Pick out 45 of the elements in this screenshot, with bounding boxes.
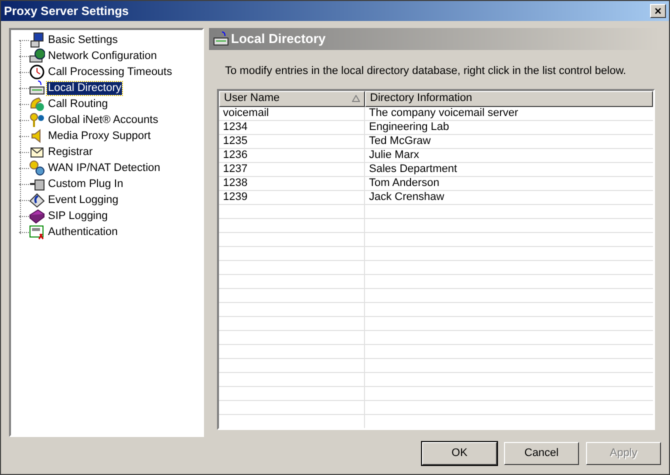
tree-item[interactable]: Media Proxy Support <box>47 130 152 142</box>
table-cell-text: Sales Department <box>368 162 458 176</box>
instructions-text: To modify entries in the local directory database, right click in the list control below. <box>225 64 628 79</box>
network-icon <box>29 160 45 176</box>
table-cell-text: 1239 <box>222 190 248 204</box>
dialog-button[interactable]: OK <box>422 442 497 465</box>
dialog-button[interactable]: Cancel <box>504 442 579 465</box>
tree-item[interactable]: Event Logging <box>47 194 120 206</box>
table-cell-text: 1234 <box>222 120 248 134</box>
table-cell-text: Jack Crenshaw <box>368 190 446 204</box>
directory-icon <box>213 31 229 47</box>
table-cell-text: Ted McGraw <box>368 134 432 148</box>
table-cell-text: 1238 <box>222 176 248 190</box>
tree-item[interactable]: Global iNet® Accounts <box>47 114 160 126</box>
tree-item[interactable]: Registrar <box>47 146 94 158</box>
tree-item[interactable]: Basic Settings <box>47 34 119 46</box>
tree-item[interactable]: Network Configuration <box>47 50 158 62</box>
column-header[interactable]: Directory Information <box>365 90 653 106</box>
tree-item[interactable]: Custom Plug In <box>47 178 124 190</box>
table-cell-text: The company voicemail server <box>368 106 520 120</box>
phone-icon <box>29 96 45 112</box>
table-cell-text: Tom Anderson <box>368 176 440 190</box>
table-cell-text: 1237 <box>222 162 248 176</box>
clock-icon <box>29 64 45 80</box>
tree-item[interactable]: Authentication <box>47 226 119 238</box>
table-cell-text: Engineering Lab <box>368 120 450 134</box>
tree-item[interactable]: SIP Logging <box>47 210 109 222</box>
close-button[interactable]: × <box>650 4 666 18</box>
window-title: Proxy Server Settings <box>4 3 129 20</box>
log-icon <box>29 192 45 208</box>
tree-item[interactable]: WAN IP/NAT Detection <box>47 162 162 174</box>
table-cell-text: voicemail <box>222 106 270 120</box>
tree-item[interactable]: Local Directory <box>47 82 122 94</box>
key-icon <box>29 112 45 128</box>
directory-icon <box>29 80 45 96</box>
computer-icon <box>29 32 45 48</box>
table-cell-text: Julie Marx <box>368 148 420 162</box>
tree-item[interactable]: Call Routing <box>47 98 109 110</box>
column-header[interactable]: User Name <box>219 90 365 106</box>
tree-item[interactable]: Call Processing Timeouts <box>47 66 174 78</box>
table-cell-text: 1236 <box>222 148 248 162</box>
globe-icon <box>29 48 45 64</box>
book-icon <box>29 208 45 224</box>
table-cell-text: 1235 <box>222 134 248 148</box>
panel-title: Local Directory <box>231 30 326 48</box>
